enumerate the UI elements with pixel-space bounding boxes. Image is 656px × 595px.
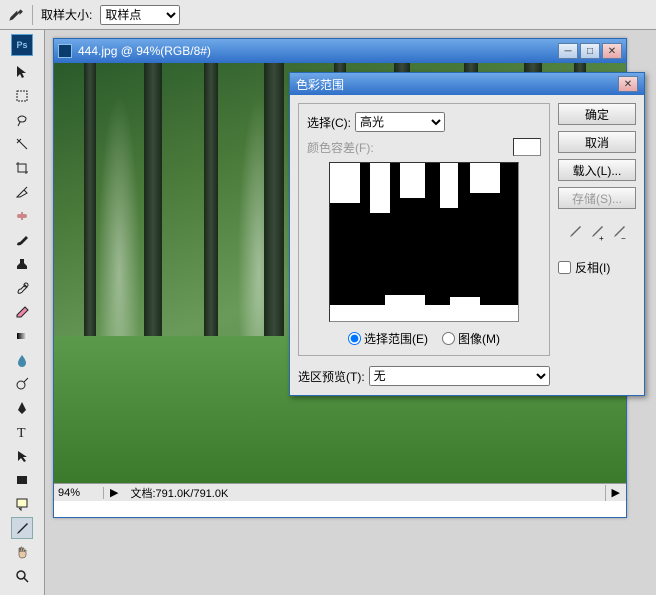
zoom-tool[interactable]: [11, 565, 33, 587]
dialog-title: 色彩范围: [296, 76, 344, 93]
heal-tool[interactable]: [11, 205, 33, 227]
eraser-tool[interactable]: [11, 301, 33, 323]
svg-text:−: −: [621, 234, 626, 243]
brush-tool[interactable]: [11, 229, 33, 251]
select-group: 选择(C): 高光 颜色容差(F):: [298, 103, 550, 356]
close-button[interactable]: ✕: [602, 43, 622, 59]
maximize-button[interactable]: □: [580, 43, 600, 59]
dialog-body: 选择(C): 高光 颜色容差(F):: [290, 95, 644, 394]
doc-size: 文档:791.0K/791.0K: [124, 485, 605, 501]
shape-tool[interactable]: [11, 469, 33, 491]
sample-size-select[interactable]: 取样点: [100, 5, 180, 25]
doc-icon: [58, 44, 72, 58]
dialog-right: 确定 取消 载入(L)... 存储(S)... + − 反相(I): [558, 103, 636, 386]
main-area: Ps T 444.jpg @ 94%(RGB/8#) ─: [0, 30, 656, 595]
color-range-dialog: 色彩范围 ✕ 选择(C): 高光 颜色容差(F):: [289, 72, 645, 396]
preview-mode-radios: 选择范围(E) 图像(M): [307, 330, 541, 347]
save-button[interactable]: 存储(S)...: [558, 187, 636, 209]
preview-label: 选区预览(T):: [298, 368, 365, 385]
pen-tool[interactable]: [11, 397, 33, 419]
tool-sidebar: Ps T: [0, 30, 45, 595]
eyedropper-sample-icon[interactable]: [567, 223, 583, 243]
load-button[interactable]: 载入(L)...: [558, 159, 636, 181]
type-tool[interactable]: T: [11, 421, 33, 443]
slice-tool[interactable]: [11, 181, 33, 203]
document-titlebar[interactable]: 444.jpg @ 94%(RGB/8#) ─ □ ✕: [54, 39, 626, 63]
zoom-level[interactable]: 94%: [54, 487, 104, 499]
minimize-button[interactable]: ─: [558, 43, 578, 59]
marquee-tool[interactable]: [11, 85, 33, 107]
lasso-tool[interactable]: [11, 109, 33, 131]
wand-tool[interactable]: [11, 133, 33, 155]
eyedropper-tool[interactable]: [11, 517, 33, 539]
eyedropper-subtract-icon[interactable]: −: [611, 223, 627, 243]
options-bar: 取样大小: 取样点: [0, 0, 656, 30]
document-statusbar: 94% ▶ 文档:791.0K/791.0K ▶: [54, 483, 626, 501]
statusbar-arrow[interactable]: ▶: [104, 486, 124, 499]
eyedropper-buttons: + −: [558, 223, 636, 243]
dialog-close-button[interactable]: ✕: [618, 76, 638, 92]
canvas-area: 444.jpg @ 94%(RGB/8#) ─ □ ✕: [45, 30, 656, 595]
select-label: 选择(C):: [307, 114, 351, 131]
eyedropper-icon: [6, 6, 24, 24]
move-tool[interactable]: [11, 61, 33, 83]
crop-tool[interactable]: [11, 157, 33, 179]
ok-button[interactable]: 确定: [558, 103, 636, 125]
radio-image[interactable]: 图像(M): [442, 330, 500, 347]
radio-selection[interactable]: 选择范围(E): [348, 330, 428, 347]
dialog-titlebar[interactable]: 色彩范围 ✕: [290, 73, 644, 95]
statusbar-menu[interactable]: ▶: [606, 486, 626, 499]
svg-text:T: T: [17, 426, 26, 440]
fuzziness-label: 颜色容差(F):: [307, 139, 374, 156]
blur-tool[interactable]: [11, 349, 33, 371]
select-dropdown[interactable]: 高光: [355, 112, 445, 132]
dialog-left: 选择(C): 高光 颜色容差(F):: [298, 103, 550, 386]
notes-tool[interactable]: [11, 493, 33, 515]
dodge-tool[interactable]: [11, 373, 33, 395]
svg-text:+: +: [599, 234, 604, 243]
preview-dropdown[interactable]: 无: [369, 366, 550, 386]
path-select-tool[interactable]: [11, 445, 33, 467]
history-brush-tool[interactable]: [11, 277, 33, 299]
document-title: 444.jpg @ 94%(RGB/8#): [78, 44, 211, 58]
gradient-tool[interactable]: [11, 325, 33, 347]
hand-tool[interactable]: [11, 541, 33, 563]
selection-preview[interactable]: [329, 162, 519, 322]
eyedropper-add-icon[interactable]: +: [589, 223, 605, 243]
sample-size-label: 取样大小:: [41, 6, 92, 23]
cancel-button[interactable]: 取消: [558, 131, 636, 153]
fuzziness-swatch: [513, 138, 541, 156]
separator: [32, 5, 33, 25]
stamp-tool[interactable]: [11, 253, 33, 275]
app-logo: Ps: [11, 34, 33, 56]
invert-checkbox[interactable]: 反相(I): [558, 259, 636, 276]
